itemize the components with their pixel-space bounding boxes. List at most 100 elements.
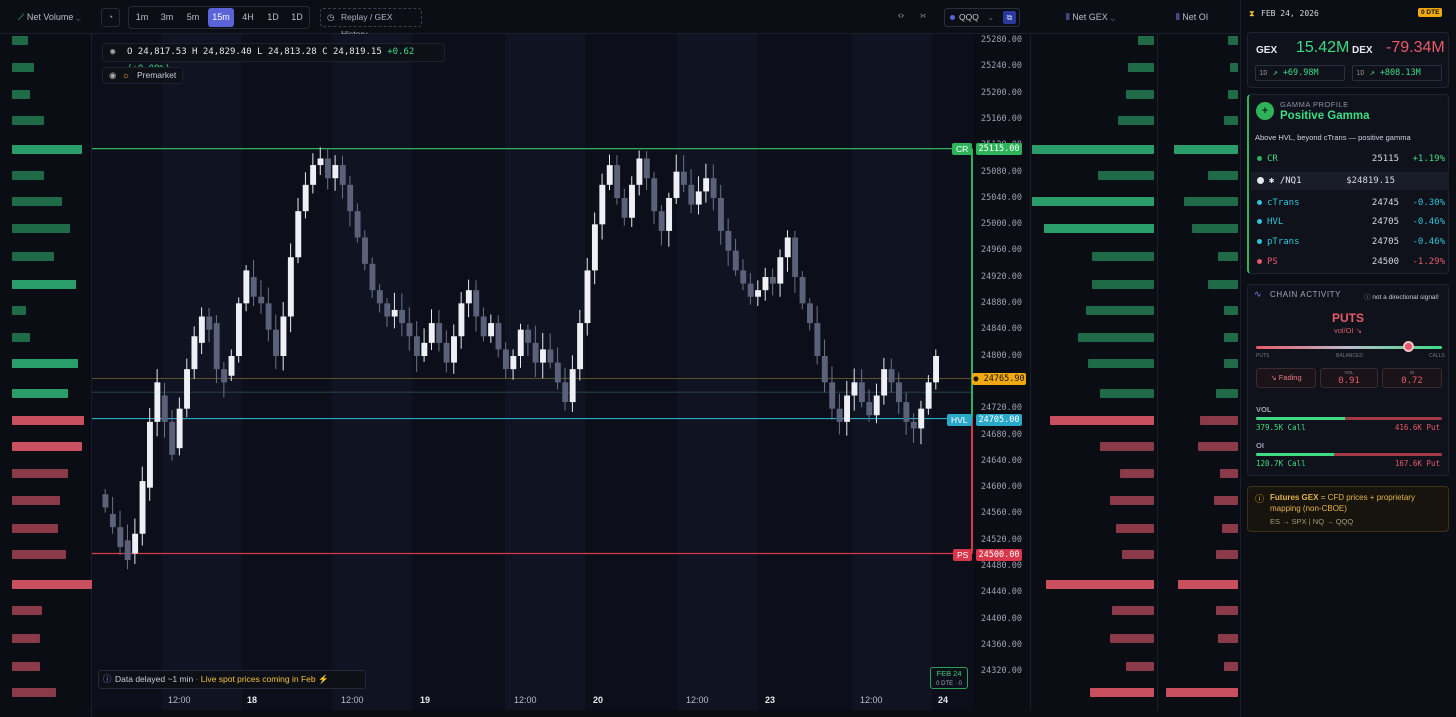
candle-body: [858, 382, 865, 403]
tf-4h-2[interactable]: 1D: [260, 8, 286, 27]
histogram-bar: [12, 416, 84, 425]
candle-body: [317, 158, 324, 166]
trend-down-icon: ↘: [1270, 373, 1277, 382]
chain-activity-card: ∿ CHAIN ACTIVITY ⓘ not a directional sig…: [1247, 284, 1449, 476]
level-row-price: 24500: [1371, 257, 1399, 267]
level-row-ctrans[interactable]: cTrans 24745 -0.30%: [1257, 194, 1447, 212]
candle-body: [807, 303, 813, 324]
premarket-toggle[interactable]: ◉ ☼ Premarket: [102, 67, 183, 84]
status-dot-icon: [1257, 239, 1262, 244]
slider-label-calls: CALLS: [1429, 353, 1445, 359]
price-tick: 24560.00: [981, 508, 1022, 519]
candle-body: [606, 165, 613, 185]
futures-map: ES → SPX | NQ → QQQ: [1270, 517, 1354, 526]
price-tick: 25080.00: [981, 166, 1022, 177]
price-tick: 24600.00: [981, 482, 1022, 493]
candle-body: [362, 237, 368, 264]
histogram-bar: [12, 634, 40, 643]
level-row-ptrans[interactable]: pTrans 24705 -0.46%: [1257, 233, 1447, 251]
bar-chart-icon: ⫴: [1066, 12, 1070, 22]
tf-4h[interactable]: 4H: [235, 8, 261, 27]
candle-body: [176, 408, 183, 449]
histogram-bar: [1230, 63, 1238, 72]
volume-selector[interactable]: ⟋ Net Volume ⌄: [18, 8, 81, 27]
candle-body: [139, 481, 146, 534]
gex-value: 15.42M: [1296, 39, 1350, 56]
level-row-nq1[interactable]: ✱ /NQ1 $24819.15: [1251, 172, 1449, 190]
price-tick: 24840.00: [981, 324, 1022, 335]
slider-knob[interactable]: [1403, 341, 1415, 352]
histogram-bar: [12, 116, 44, 125]
candle-body: [643, 158, 650, 179]
histogram-bar: [1078, 333, 1154, 342]
histogram-bar: [1192, 224, 1238, 233]
cr-level-price: 25115.00: [976, 143, 1022, 155]
histogram-bar: [1110, 634, 1154, 643]
pulse-icon: ∿: [1254, 289, 1262, 299]
settings-icon[interactable]: ◔: [101, 8, 120, 27]
histogram-bar: [12, 580, 92, 589]
price-tick: 25280.00: [981, 35, 1022, 45]
tf-3m[interactable]: 3m: [154, 8, 180, 27]
candle-body: [502, 349, 509, 370]
sentiment-slider[interactable]: [1256, 346, 1442, 349]
vol-oi-label: vol/OI: [1334, 326, 1354, 335]
histogram-bar: [12, 333, 30, 342]
candle-body: [124, 540, 131, 561]
x-label: 12:00: [686, 695, 709, 705]
cr-level-name: CR: [952, 143, 973, 155]
level-row-hvl[interactable]: HVL 24705 -0.46%: [1257, 213, 1447, 231]
candle-body: [443, 342, 450, 363]
replay-button[interactable]: ◷ Replay / GEX History: [320, 8, 422, 39]
price-tick: 25000.00: [981, 219, 1022, 230]
candle-body: [747, 283, 754, 297]
price-tick: 25240.00: [981, 61, 1022, 72]
price-tick: 24720.00: [981, 403, 1022, 414]
candle-body: [703, 178, 710, 192]
candlestick-chart[interactable]: [92, 34, 974, 710]
level-row-name: cTrans: [1267, 198, 1300, 208]
ticker-selector[interactable]: QQQ ⌄ ⧉: [944, 8, 1020, 27]
histogram-bar: [12, 389, 68, 398]
candle-body: [881, 369, 888, 396]
fading-label: Fading: [1278, 373, 1302, 382]
histogram-bar: [12, 442, 82, 451]
collapse-icon[interactable]: ›‹: [920, 10, 926, 20]
tf-5m[interactable]: 5m: [180, 8, 206, 27]
histogram-bar: [1198, 442, 1238, 451]
oi-section-label: OI: [1256, 441, 1264, 450]
candle-body: [117, 527, 124, 547]
compare-icon[interactable]: ⧉: [1003, 11, 1016, 24]
tf-1d[interactable]: 1D: [284, 8, 310, 27]
hvl-level-price: 24705.00: [976, 414, 1022, 426]
tf-15m[interactable]: 15m: [208, 8, 234, 27]
hourglass-icon: ⧗: [1249, 9, 1255, 18]
price-tick: 24640.00: [981, 455, 1022, 466]
ticker-dot-icon: [950, 15, 955, 20]
level-row-ps[interactable]: PS 24500 -1.29%: [1257, 253, 1447, 271]
histogram-bar: [1118, 116, 1154, 125]
histogram-bar: [12, 688, 56, 697]
level-row-cr[interactable]: CR 25115 +1.19%: [1257, 150, 1447, 168]
candle-body: [109, 514, 116, 528]
histogram-bar: [1032, 145, 1154, 154]
status-dot-icon: [1257, 177, 1264, 184]
line-chart-icon: ⟋: [18, 12, 25, 22]
ohlc-low: 24,813.28: [267, 47, 317, 57]
level-row-pct: -0.46%: [1412, 217, 1445, 227]
candle-body: [250, 277, 257, 297]
oi-split-bar: [1256, 453, 1442, 456]
slider-label-puts: PUTS: [1256, 353, 1270, 359]
dex-label: DEX: [1352, 45, 1373, 56]
tf-1m[interactable]: 1m: [129, 8, 155, 27]
gex-selector[interactable]: ⫴ Net GEX ⌄: [1066, 8, 1115, 27]
candle-body: [784, 237, 791, 258]
expand-icon[interactable]: ‹›: [898, 10, 904, 20]
x-label: 12:00: [341, 695, 364, 705]
date-badge-date: FEB 24: [936, 669, 962, 678]
oi-selector[interactable]: ⫴ Net OI: [1176, 8, 1208, 27]
candle-body: [910, 421, 917, 429]
candle-body: [391, 309, 398, 317]
candle-body: [154, 382, 161, 422]
candle-body: [488, 323, 495, 337]
